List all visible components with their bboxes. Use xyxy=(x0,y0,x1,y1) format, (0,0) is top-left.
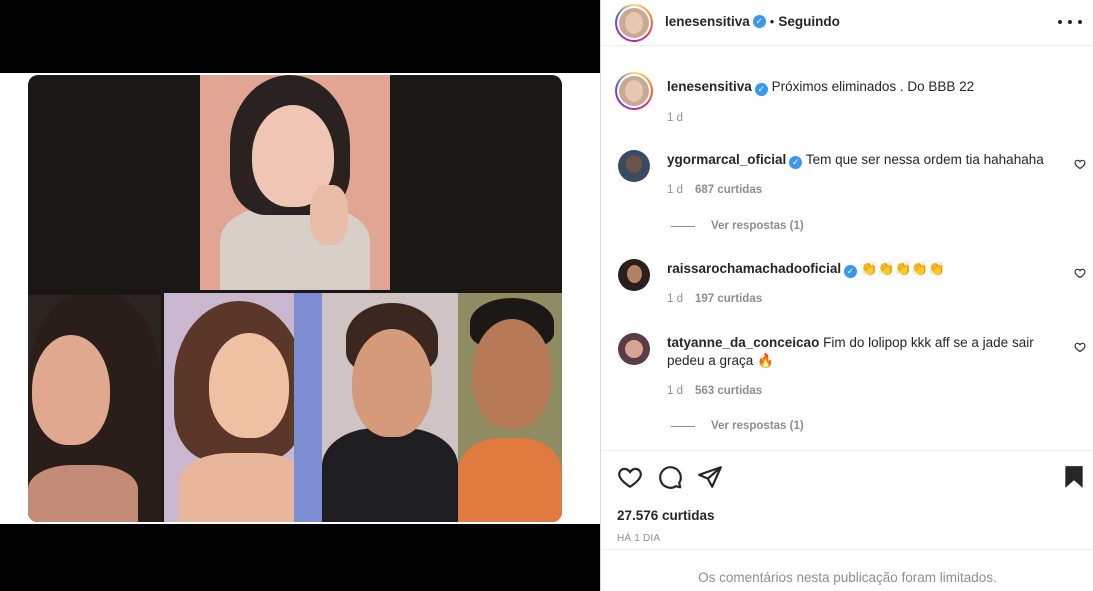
verified-icon: ✓ xyxy=(752,15,766,28)
comment-meta: 1 d 197 curtidas xyxy=(667,293,762,305)
collage-photo-bottom-1 xyxy=(28,295,161,522)
comment-username[interactable]: ygormarcal_oficial xyxy=(667,152,786,167)
header-user-line: lenesensitiva ✓ • Seguindo xyxy=(665,14,840,29)
view-replies-button[interactable]: Ver respostas (1) xyxy=(671,420,804,432)
comments-section: lenesensitiva ✓ Próximos eliminados . Do … xyxy=(601,47,1093,447)
comment-text: Tem que ser nessa ordem tia hahahaha xyxy=(805,152,1044,167)
replies-divider xyxy=(671,225,695,227)
post-time[interactable]: HÁ 1 DIA xyxy=(617,533,660,544)
heart-icon[interactable] xyxy=(617,464,643,490)
collage-photo-top xyxy=(200,75,390,290)
comment-username[interactable]: tatyanne_da_conceicao xyxy=(667,335,819,350)
comment-meta: 1 d 563 curtidas xyxy=(667,385,762,397)
comment-time[interactable]: 1 d xyxy=(667,385,683,397)
like-comment-heart-icon[interactable] xyxy=(1074,158,1086,170)
caption-text: Próximos eliminados . Do BBB 22 xyxy=(771,79,975,94)
commenter-avatar[interactable] xyxy=(618,333,650,365)
comment-text-line: tatyanne_da_conceicao Fim do lolipop kkk… xyxy=(667,334,1037,370)
author-username[interactable]: lenesensitiva xyxy=(665,14,750,29)
commenter-avatar[interactable] xyxy=(618,150,650,182)
likes-count[interactable]: 27.576 curtidas xyxy=(617,508,715,523)
comment-text-line: raissarochamachadooficial ✓ 👏👏👏👏👏 xyxy=(667,260,1057,278)
commenter-avatar[interactable] xyxy=(618,259,650,291)
comment-icon[interactable] xyxy=(657,464,683,490)
comment-likes[interactable]: 197 curtidas xyxy=(695,293,762,305)
collage-photo-bottom-2 xyxy=(164,293,322,522)
bookmark-icon[interactable] xyxy=(1061,464,1087,490)
like-comment-heart-icon[interactable] xyxy=(1074,341,1086,353)
photo-collage xyxy=(28,75,562,522)
verified-icon: ✓ xyxy=(754,83,768,96)
send-icon[interactable] xyxy=(697,464,723,490)
view-replies-button[interactable]: Ver respostas (1) xyxy=(671,220,804,232)
caption-meta: 1 d xyxy=(667,112,683,124)
following-button[interactable]: Seguindo xyxy=(778,14,840,29)
comment-likes[interactable]: 687 curtidas xyxy=(695,184,762,196)
replies-divider xyxy=(671,425,695,427)
collage-photo-bottom-4 xyxy=(458,293,562,522)
post-header: lenesensitiva ✓ • Seguindo xyxy=(601,0,1093,46)
comment-username[interactable]: raissarochamachadooficial xyxy=(667,261,841,276)
view-replies-label: Ver respostas (1) xyxy=(711,220,804,232)
post-media-panel xyxy=(0,0,600,591)
comment-time[interactable]: 1 d xyxy=(667,184,683,196)
caption-text-line: lenesensitiva ✓ Próximos eliminados . Do … xyxy=(667,78,1057,96)
author-avatar[interactable] xyxy=(615,4,653,42)
more-options-icon[interactable] xyxy=(1058,12,1082,32)
comments-limited-notice: Os comentários nesta publicação foram li… xyxy=(601,549,1093,591)
verified-icon: ✓ xyxy=(789,156,803,169)
caption-avatar[interactable] xyxy=(615,72,653,110)
caption-time[interactable]: 1 d xyxy=(667,112,683,124)
like-comment-heart-icon[interactable] xyxy=(1074,267,1086,279)
comment-meta: 1 d 687 curtidas xyxy=(667,184,762,196)
caption-username[interactable]: lenesensitiva xyxy=(667,79,752,94)
view-replies-label: Ver respostas (1) xyxy=(711,420,804,432)
separator-dot: • xyxy=(769,14,775,29)
post-image[interactable] xyxy=(0,73,600,524)
collage-photo-bottom-3 xyxy=(322,293,458,522)
post-actions: 27.576 curtidas HÁ 1 DIA xyxy=(601,450,1093,548)
verified-icon: ✓ xyxy=(844,265,858,278)
comment-text-line: ygormarcal_oficial ✓ Tem que ser nessa or… xyxy=(667,151,1057,169)
comment-time[interactable]: 1 d xyxy=(667,293,683,305)
comment-likes[interactable]: 563 curtidas xyxy=(695,385,762,397)
instagram-post-view: lenesensitiva ✓ • Seguindo lenesensitiva… xyxy=(0,0,1093,591)
comment-text: 👏👏👏👏👏 xyxy=(860,261,945,276)
post-side-panel: lenesensitiva ✓ • Seguindo lenesensitiva… xyxy=(600,0,1093,591)
